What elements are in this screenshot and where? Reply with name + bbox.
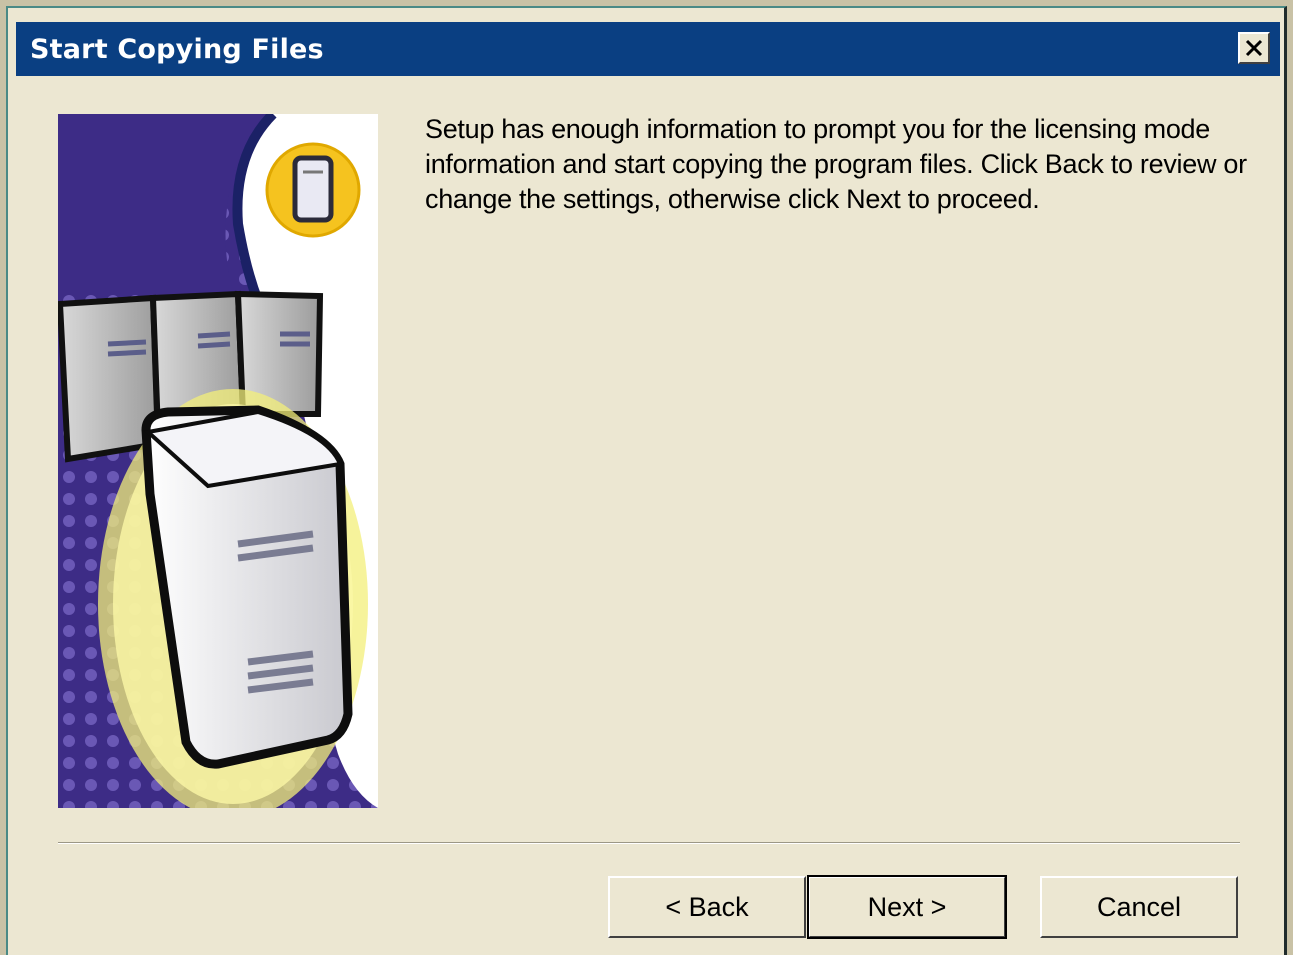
server-illustration xyxy=(58,114,378,808)
next-button[interactable]: Next > xyxy=(807,875,1007,939)
setup-dialog: Start Copying Files Setup has enough inf… xyxy=(6,6,1287,955)
back-button[interactable]: < Back xyxy=(608,876,806,938)
info-message: Setup has enough information to prompt y… xyxy=(425,114,1247,214)
cancel-button[interactable]: Cancel xyxy=(1040,876,1238,938)
server-illustration-graphic xyxy=(58,114,378,808)
dialog-title: Start Copying Files xyxy=(30,34,324,65)
close-button[interactable] xyxy=(1238,32,1270,64)
close-icon xyxy=(1245,39,1263,57)
separator-line xyxy=(58,842,1240,844)
title-bar: Start Copying Files xyxy=(16,22,1280,76)
